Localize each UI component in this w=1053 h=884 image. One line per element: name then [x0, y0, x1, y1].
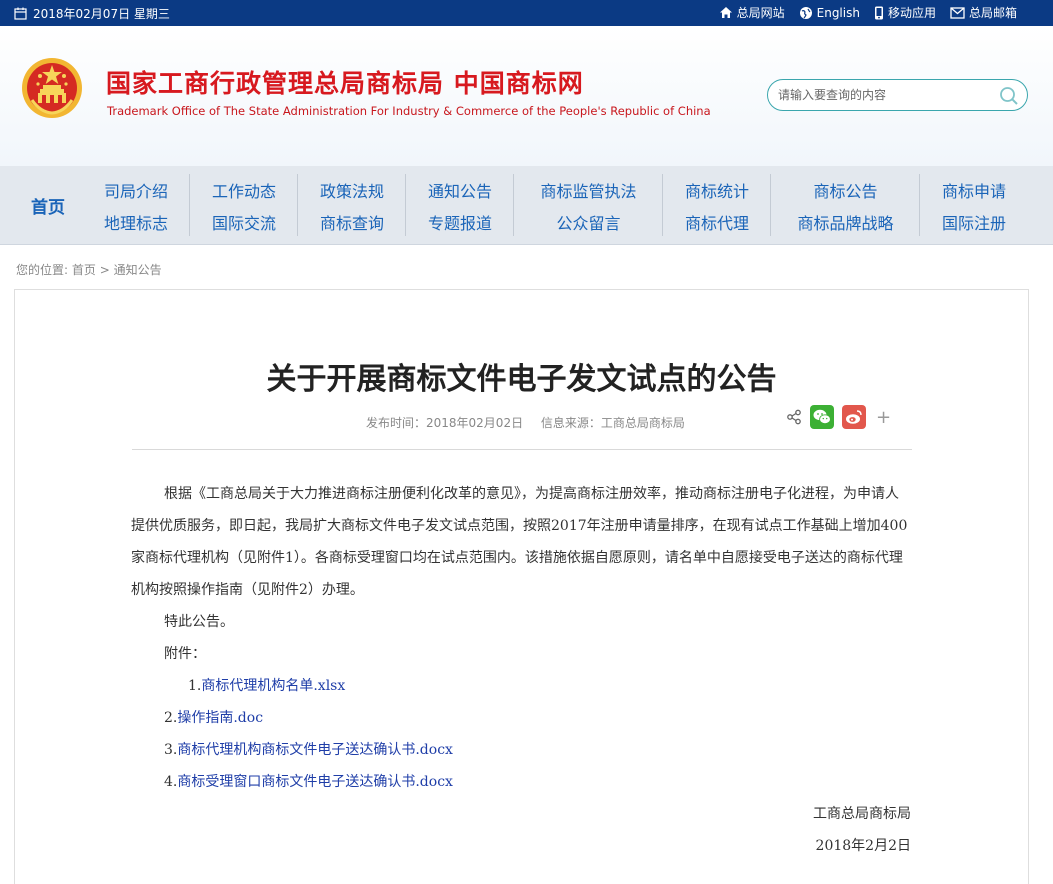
attachment-item: 4.商标受理窗口商标文件电子送达确认书.docx — [131, 766, 911, 798]
nav-link-notices[interactable]: 通知公告 — [406, 178, 514, 202]
attachment-item: 3.商标代理机构商标文件电子送达确认书.docx — [131, 734, 911, 766]
nav-link-trademark-agency[interactable]: 商标代理 — [663, 210, 771, 234]
breadcrumb-current[interactable]: 通知公告 — [114, 263, 162, 277]
search-box — [767, 79, 1028, 111]
top-bar: 2018年02月07日 星期三 总局网站 English 移动应用 总局邮箱 — [0, 0, 1053, 26]
nav-link-trademark-application[interactable]: 商标申请 — [920, 178, 1028, 202]
link-english-label: English — [816, 5, 860, 20]
attachment-number: 3. — [164, 742, 178, 758]
nav-column-8: 商标申请 国际注册 — [920, 166, 1028, 245]
nav-column-6: 商标统计 商标代理 — [663, 166, 771, 245]
site-subtitle: Trademark Office of The State Administra… — [107, 104, 711, 118]
link-mobile-app-label: 移动应用 — [887, 6, 936, 20]
nav-link-public-messages[interactable]: 公众留言 — [514, 210, 663, 234]
attachment-link-agency-confirmation[interactable]: 商标代理机构商标文件电子送达确认书.docx — [177, 742, 453, 758]
site-title: 国家工商行政管理总局商标局 中国商标网 — [106, 69, 584, 98]
link-main-site[interactable]: 总局网站 — [719, 4, 785, 21]
nav-link-bureau-intro[interactable]: 司局介绍 — [82, 178, 190, 202]
search-icon[interactable] — [999, 86, 1019, 106]
breadcrumb: 您的位置: 首页 > 通知公告 — [16, 261, 162, 278]
globe-icon — [799, 6, 812, 19]
nav-link-statistics[interactable]: 商标统计 — [663, 178, 771, 202]
signature: 工商总局商标局 — [813, 806, 911, 822]
article-closing: 特此公告。 — [164, 614, 234, 630]
nav-link-trademark-search[interactable]: 商标查询 — [298, 210, 406, 234]
nav-link-international-exchange[interactable]: 国际交流 — [190, 210, 298, 234]
breadcrumb-separator: > — [99, 263, 110, 277]
attachment-link-operation-guide[interactable]: 操作指南.doc — [177, 710, 263, 726]
nav-link-international-registration[interactable]: 国际注册 — [920, 210, 1028, 234]
attachment-number: 2. — [164, 710, 178, 726]
attachment-number: 1. — [188, 678, 202, 694]
nav-column-7: 商标公告 商标品牌战略 — [771, 166, 920, 245]
site-header: 国家工商行政管理总局商标局 中国商标网 Trademark Office of … — [0, 26, 1053, 166]
national-emblem-logo[interactable] — [20, 56, 84, 120]
mobile-icon — [874, 6, 883, 19]
calendar-icon — [14, 7, 27, 20]
attachment-link-window-confirmation[interactable]: 商标受理窗口商标文件电子送达确认书.docx — [177, 774, 453, 790]
search-input[interactable] — [778, 85, 993, 105]
nav-column-5: 商标监管执法 公众留言 — [514, 166, 663, 245]
nav-column-4: 通知公告 专题报道 — [406, 166, 514, 245]
share-bar: + — [786, 405, 891, 429]
link-main-site-label: 总局网站 — [736, 6, 785, 20]
article-body: 根据《工商总局关于大力推进商标注册便利化改革的意见》，为提高商标注册效率，推动商… — [131, 478, 911, 862]
link-english[interactable]: English — [799, 4, 860, 21]
weibo-icon[interactable] — [842, 405, 866, 429]
link-mailbox-label: 总局邮箱 — [968, 6, 1017, 20]
date-text: 2018年02月07日 星期三 — [33, 7, 170, 21]
nav-link-special-reports[interactable]: 专题报道 — [406, 210, 514, 234]
link-mobile-app[interactable]: 移动应用 — [874, 4, 936, 21]
breadcrumb-prefix: 您的位置: — [16, 263, 69, 277]
info-source: 信息来源：工商总局商标局 — [540, 416, 685, 430]
attachment-number: 4. — [164, 774, 178, 790]
article-title: 关于开展商标文件电子发文试点的公告 — [266, 362, 777, 397]
share-icon[interactable] — [786, 409, 802, 425]
nav-link-policies-laws[interactable]: 政策法规 — [298, 178, 406, 202]
wechat-icon[interactable] — [810, 405, 834, 429]
article-meta: 发布时间：2018年02月02日 信息来源：工商总局商标局 — [366, 414, 685, 431]
attachment-item: 1.商标代理机构名单.xlsx — [131, 670, 911, 702]
mail-icon — [950, 6, 965, 19]
home-icon — [719, 7, 732, 18]
publish-time: 发布时间：2018年02月02日 — [366, 416, 524, 430]
attachments-label: 附件： — [164, 646, 206, 662]
date-display: 2018年02月07日 星期三 — [14, 5, 170, 22]
signature-date: 2018年2月2日 — [815, 838, 911, 854]
nav-link-trademark-announcements[interactable]: 商标公告 — [771, 178, 920, 202]
nav-home[interactable]: 首页 — [16, 166, 80, 245]
breadcrumb-home[interactable]: 首页 — [72, 263, 96, 277]
link-mailbox[interactable]: 总局邮箱 — [950, 4, 1017, 21]
main-nav: 首页 司局介绍 地理标志 工作动态 国际交流 政策法规 商标查询 通知公告 专题… — [0, 166, 1053, 245]
nav-link-geographical-indications[interactable]: 地理标志 — [82, 210, 190, 234]
nav-column-3: 政策法规 商标查询 — [298, 166, 406, 245]
article-paragraph: 根据《工商总局关于大力推进商标注册便利化改革的意见》，为提高商标注册效率，推动商… — [131, 486, 908, 598]
nav-column-2: 工作动态 国际交流 — [190, 166, 298, 245]
title-divider — [132, 449, 912, 450]
nav-link-work-news[interactable]: 工作动态 — [190, 178, 298, 202]
attachment-link-agency-list[interactable]: 商标代理机构名单.xlsx — [201, 678, 345, 694]
nav-link-brand-strategy[interactable]: 商标品牌战略 — [771, 210, 920, 234]
attachment-item: 2.操作指南.doc — [131, 702, 911, 734]
nav-column-1: 司局介绍 地理标志 — [82, 166, 190, 245]
more-share-icon[interactable]: + — [876, 407, 891, 428]
nav-link-enforcement[interactable]: 商标监管执法 — [514, 178, 663, 202]
